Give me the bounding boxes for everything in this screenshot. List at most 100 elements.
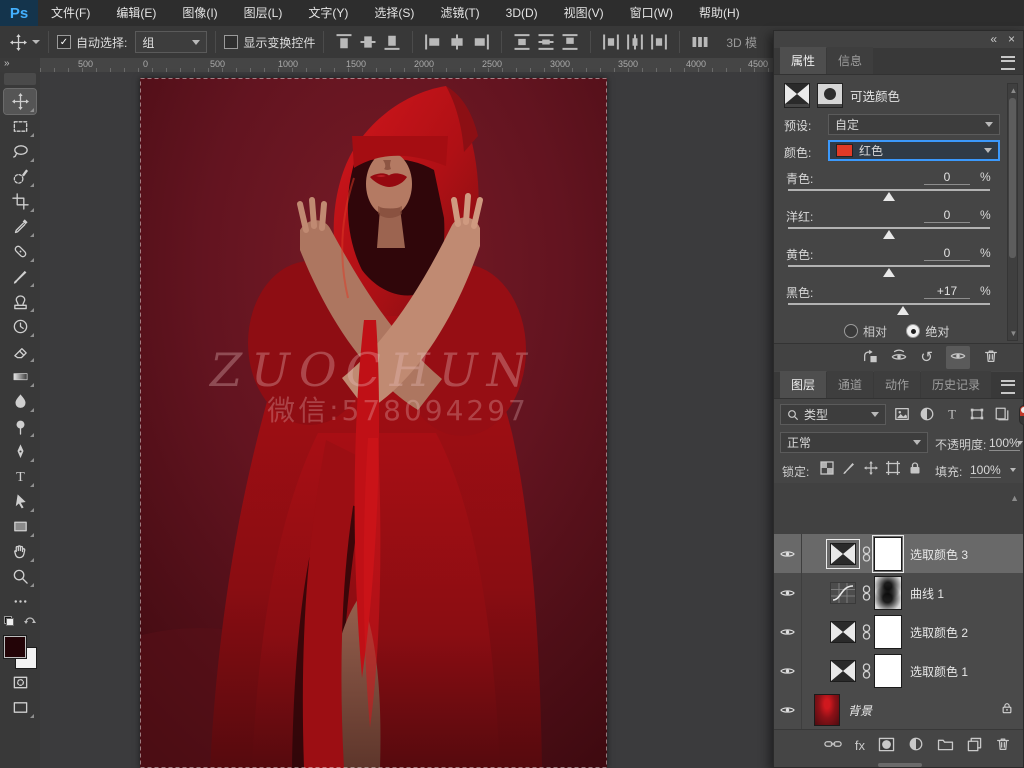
scrollbar-thumb[interactable] — [1009, 98, 1016, 258]
clone-stamp-tool[interactable] — [4, 289, 36, 314]
curves-layer-icon[interactable] — [830, 582, 856, 604]
distribute-bottom-edges-button[interactable] — [560, 32, 580, 52]
align-left-edges-button[interactable] — [423, 32, 443, 52]
lasso-tool[interactable] — [4, 139, 36, 164]
new-group-icon[interactable] — [937, 738, 954, 754]
new-adjustment-layer-icon[interactable] — [908, 736, 924, 755]
layer-name[interactable]: 曲线 1 — [910, 585, 944, 602]
marquee-tool[interactable] — [4, 114, 36, 139]
layer-visibility-toggle[interactable] — [774, 651, 802, 690]
opacity-caret-icon[interactable] — [1017, 441, 1023, 445]
add-mask-icon[interactable] — [878, 737, 895, 755]
distribute-horizontal-centers-button[interactable] — [625, 32, 645, 52]
menu-file[interactable]: 文件(F) — [38, 0, 103, 26]
menu-filter[interactable]: 滤镜(T) — [427, 0, 492, 26]
align-vertical-centers-button[interactable] — [358, 32, 378, 52]
menu-window[interactable]: 窗口(W) — [617, 0, 686, 26]
toggle-visibility-icon[interactable] — [946, 346, 970, 369]
filter-shape-layers-icon[interactable] — [969, 406, 985, 425]
hand-tool[interactable] — [4, 539, 36, 564]
collapse-panel-icon[interactable]: « — [990, 32, 997, 46]
layer-mask-thumbnail[interactable] — [874, 576, 902, 610]
yellow-slider-thumb[interactable] — [883, 268, 895, 277]
layer-row-background[interactable]: 背景 — [774, 690, 1023, 730]
lock-artboard-icon[interactable] — [885, 460, 901, 478]
distribute-top-edges-button[interactable] — [512, 32, 532, 52]
clip-to-layer-icon[interactable] — [862, 348, 878, 367]
layer-visibility-toggle[interactable] — [774, 612, 802, 651]
layer-filtering-toggle[interactable] — [1019, 405, 1024, 425]
quick-selection-tool[interactable] — [4, 164, 36, 189]
filter-adjustment-layers-icon[interactable] — [919, 406, 935, 425]
magenta-value[interactable]: 0 — [924, 208, 970, 223]
edit-toolbar-button[interactable] — [4, 589, 36, 614]
filter-type-layers-icon[interactable]: T — [944, 406, 960, 425]
history-brush-tool[interactable] — [4, 314, 36, 339]
tab-info[interactable]: 信息 — [827, 47, 874, 74]
layer-row-selective-color-2[interactable]: 选取颜色 2 — [774, 612, 1023, 652]
layer-visibility-toggle[interactable] — [774, 690, 802, 729]
black-value[interactable]: +17 — [924, 284, 970, 299]
tab-properties[interactable]: 属性 — [780, 47, 827, 74]
type-tool[interactable]: T — [4, 464, 36, 489]
scroll-down-icon[interactable]: ▼ — [1009, 329, 1018, 338]
black-slider-thumb[interactable] — [897, 306, 909, 315]
tab-actions[interactable]: 动作 — [874, 371, 921, 398]
view-previous-state-icon[interactable] — [891, 348, 907, 367]
cyan-slider-track[interactable] — [788, 189, 990, 191]
layer-name[interactable]: 选取颜色 3 — [910, 546, 968, 563]
distribute-vertical-centers-button[interactable] — [536, 32, 556, 52]
magenta-slider-thumb[interactable] — [883, 230, 895, 239]
tab-history[interactable]: 历史记录 — [921, 371, 992, 398]
layers-horizontal-scrollbar[interactable] — [878, 763, 922, 767]
auto-select-dropdown[interactable]: 组 — [135, 31, 208, 53]
spot-healing-brush-tool[interactable] — [4, 239, 36, 264]
opacity-value[interactable]: 100% — [989, 436, 1020, 451]
cyan-value[interactable]: 0 — [924, 170, 970, 185]
layer-row-selective-color-3[interactable]: 选取颜色 3 — [774, 534, 1023, 574]
fill-caret-icon[interactable] — [1010, 468, 1016, 472]
align-top-edges-button[interactable] — [334, 32, 354, 52]
pen-tool[interactable] — [4, 439, 36, 464]
layer-visibility-toggle[interactable] — [774, 534, 802, 573]
relative-radio[interactable]: 相对 — [844, 324, 887, 339]
tools-panel-grip[interactable] — [4, 73, 36, 85]
yellow-value[interactable]: 0 — [924, 246, 970, 261]
align-bottom-edges-button[interactable] — [382, 32, 402, 52]
layer-name[interactable]: 背景 — [848, 702, 872, 719]
dodge-tool[interactable] — [4, 414, 36, 439]
reset-adjustment-icon[interactable]: ↺ — [920, 350, 933, 365]
swap-colors-icon[interactable] — [24, 616, 36, 628]
align-right-edges-button[interactable] — [471, 32, 491, 52]
blur-tool[interactable] — [4, 389, 36, 414]
foreground-color-swatch[interactable] — [3, 635, 27, 659]
screen-mode-button[interactable] — [4, 695, 36, 720]
close-panel-icon[interactable]: × — [1008, 32, 1015, 46]
move-tool-preset[interactable] — [10, 33, 40, 51]
path-selection-tool[interactable] — [4, 489, 36, 514]
distribute-right-edges-button[interactable] — [649, 32, 669, 52]
quick-mask-button[interactable] — [4, 670, 36, 695]
canvas-pasteboard[interactable]: ZUOCHUN 微信:578094297 — [40, 72, 773, 768]
color-dropdown[interactable]: 红色 — [828, 140, 1000, 161]
horizontal-ruler[interactable]: 500 0 500 1000 1500 2000 2500 3000 3500 … — [40, 58, 773, 73]
cyan-slider-thumb[interactable] — [883, 192, 895, 201]
crop-tool[interactable] — [4, 189, 36, 214]
menu-image[interactable]: 图像(I) — [169, 0, 230, 26]
black-slider-track[interactable] — [788, 303, 990, 305]
layer-filter-dropdown[interactable]: 类型 — [780, 404, 886, 425]
eraser-tool[interactable] — [4, 339, 36, 364]
menu-3d[interactable]: 3D(D) — [493, 0, 551, 26]
eyedropper-tool[interactable] — [4, 214, 36, 239]
default-colors-icon[interactable] — [4, 616, 14, 626]
layer-row-selective-color-1[interactable]: 选取颜色 1 — [774, 651, 1023, 691]
show-transform-checkbox[interactable] — [224, 35, 239, 49]
layer-style-icon[interactable]: fx — [855, 738, 865, 753]
scroll-up-icon[interactable]: ▲ — [1009, 86, 1018, 95]
menu-help[interactable]: 帮助(H) — [686, 0, 753, 26]
align-horizontal-centers-button[interactable] — [447, 32, 467, 52]
distribute-spacing-button[interactable] — [690, 32, 710, 52]
layer-name[interactable]: 选取颜色 2 — [910, 624, 968, 641]
filter-smart-objects-icon[interactable] — [994, 406, 1010, 425]
menu-layer[interactable]: 图层(L) — [231, 0, 296, 26]
